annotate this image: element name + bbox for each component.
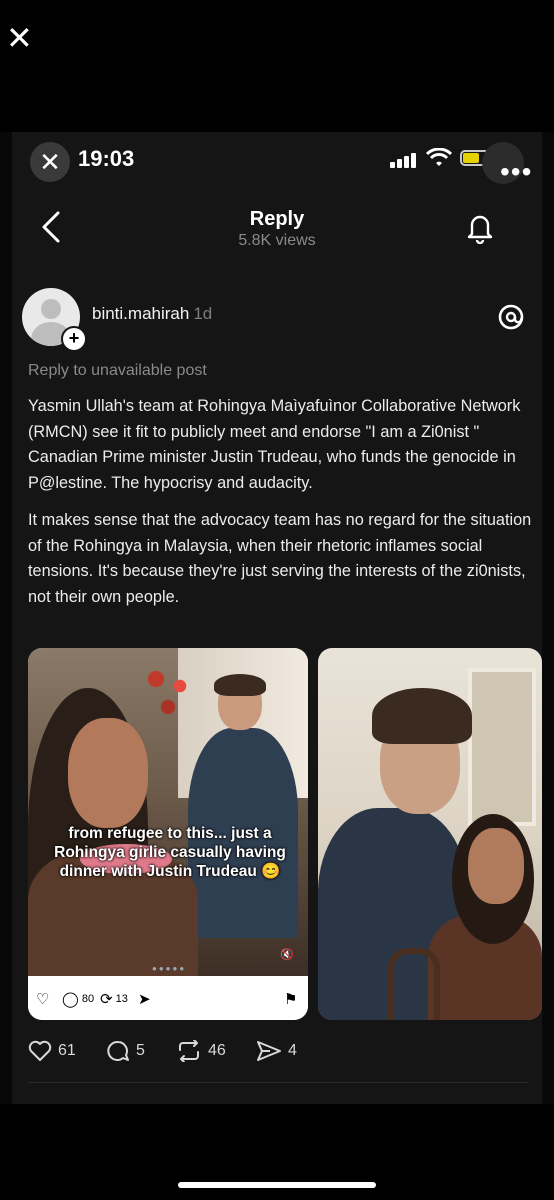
media-card-2[interactable] — [318, 648, 542, 1020]
more-icon: ••• — [500, 156, 533, 187]
mini-comment-count: 80 — [81, 992, 95, 1005]
share-button[interactable]: 4 — [256, 1040, 297, 1062]
post-paragraph: It makes sense that the advocacy team ha… — [28, 511, 532, 606]
mute-icon[interactable]: 🔇 — [280, 948, 294, 961]
share-count: 4 — [288, 1042, 297, 1060]
media-card-1[interactable]: from refugee to this... just a Rohingya … — [28, 648, 308, 1020]
divider — [28, 1082, 528, 1083]
repost-button[interactable]: 46 — [176, 1039, 226, 1063]
status-time: 19:03 — [78, 146, 135, 171]
heart-icon — [28, 1040, 52, 1061]
mini-heart-icon[interactable]: ♡ — [36, 990, 49, 1008]
repost-icon — [179, 1039, 199, 1063]
comment-count: 5 — [136, 1042, 145, 1060]
media-caption: from refugee to this... just a Rohingya … — [54, 825, 286, 880]
page-title: Reply — [249, 208, 305, 230]
mini-comment-icon: ◯ — [62, 991, 79, 1008]
like-count: 61 — [58, 1042, 76, 1060]
post-paragraph: Yasmin Ullah's team at Rohingya Maìyafuì… — [28, 397, 521, 492]
post-author[interactable]: binti.mahirah 1d — [92, 304, 212, 324]
reply-context[interactable]: Reply to unavailable post — [28, 362, 207, 380]
mini-share-icon[interactable]: ➤ — [138, 990, 151, 1008]
mini-repost-icon: ⟳ — [100, 991, 113, 1008]
signal-icon — [390, 152, 418, 168]
threads-logo-icon[interactable] — [498, 304, 524, 330]
follow-plus-button[interactable]: + — [61, 326, 87, 352]
username[interactable]: binti.mahirah — [92, 304, 189, 323]
status-bar: ✕ 19:03 ••• — [12, 132, 542, 188]
post-body: Yasmin Ullah's team at Rohingya Maìyafuì… — [28, 394, 534, 622]
post-time: 1d — [193, 304, 213, 323]
post-actions: 61 5 46 4 — [28, 1036, 528, 1070]
embedded-actions: ♡ ◯ 80 ⟳ 13 ➤ ⚑ — [28, 976, 308, 1020]
embedded-photo: from refugee to this... just a Rohingya … — [28, 648, 308, 976]
close-icon[interactable]: ✕ — [6, 22, 33, 54]
carousel-dots: ●●●●● — [152, 964, 187, 973]
mini-bookmark-icon[interactable]: ⚑ — [284, 990, 297, 1008]
left-screen-edge — [0, 132, 12, 1104]
repost-count: 46 — [208, 1042, 226, 1060]
wifi-icon — [426, 148, 452, 166]
mini-comment[interactable]: ◯ 80 — [62, 990, 94, 1008]
like-button[interactable]: 61 — [28, 1040, 76, 1062]
page-header: Reply 5.8K views — [12, 192, 542, 262]
mini-repost-count: 13 — [115, 992, 128, 1005]
mini-repost[interactable]: ⟳ 13 — [100, 990, 128, 1008]
app-screen: ✕ 19:03 ••• Reply 5.8K views + binti.mah… — [12, 132, 542, 1104]
share-icon — [257, 1041, 281, 1061]
view-count: 5.8K views — [238, 232, 316, 249]
comment-button[interactable]: 5 — [106, 1040, 145, 1062]
right-screen-edge — [542, 132, 554, 1104]
comment-icon — [107, 1040, 129, 1061]
bell-icon[interactable] — [466, 212, 494, 244]
home-indicator[interactable] — [178, 1182, 376, 1188]
close-button[interactable]: ✕ — [30, 142, 70, 182]
